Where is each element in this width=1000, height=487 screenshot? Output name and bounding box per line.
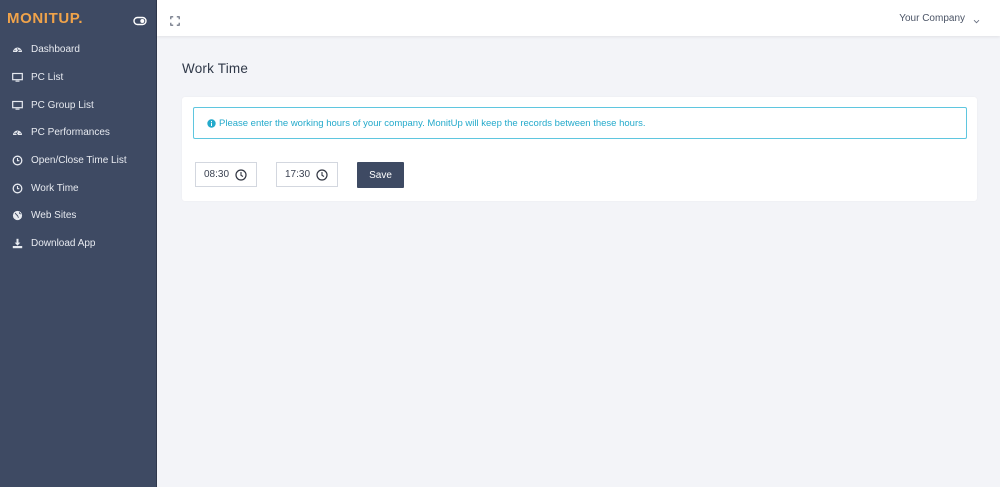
start-time-value: 08:30 — [204, 169, 230, 180]
sidebar-item-pc-group-list[interactable]: PC Group List — [0, 91, 156, 119]
sidebar-item-open-close-time-list[interactable]: Open/Close Time List — [0, 147, 156, 175]
save-button[interactable]: Save — [357, 162, 404, 188]
main-content: Work Time Please enter the working hours… — [157, 36, 1000, 487]
topbar: Your Company — [157, 0, 1000, 36]
company-dropdown[interactable]: Your Company — [899, 13, 980, 24]
alert-text: Please enter the working hours of your c… — [219, 117, 646, 129]
info-icon — [207, 118, 216, 128]
sidebar-item-dashboard[interactable]: Dashboard — [0, 36, 156, 64]
sidebar-item-download-app[interactable]: Download App — [0, 230, 156, 258]
monitor-icon — [12, 72, 23, 83]
chevron-down-icon — [973, 16, 980, 23]
sidebar-item-label: PC Performances — [31, 127, 110, 139]
sidebar-item-label: Open/Close Time List — [31, 155, 127, 167]
page-title: Work Time — [182, 61, 249, 76]
sidebar-item-label: PC Group List — [31, 99, 94, 111]
end-time-input[interactable]: 17:30 — [276, 162, 338, 187]
sidebar-item-label: Dashboard — [31, 44, 80, 56]
sidebar-item-label: Download App — [31, 238, 96, 250]
sidebar-item-pc-list[interactable]: PC List — [0, 64, 156, 92]
start-time-input[interactable]: 08:30 — [195, 162, 257, 187]
brand: MONITUP. — [0, 0, 156, 36]
fullscreen-icon[interactable] — [170, 13, 180, 26]
logo[interactable]: MONITUP. — [7, 10, 83, 27]
monitor-icon — [12, 100, 23, 111]
dashboard-icon — [12, 44, 23, 55]
sidebar-nav: Dashboard PC List PC Group List PC Perfo… — [0, 36, 156, 258]
gauge-icon — [12, 127, 23, 138]
clock-icon — [12, 155, 23, 166]
toggle-icon[interactable] — [133, 13, 147, 26]
sidebar-item-pc-performances[interactable]: PC Performances — [0, 119, 156, 147]
sidebar-item-work-time[interactable]: Work Time — [0, 174, 156, 202]
sidebar-item-label: Web Sites — [31, 210, 77, 222]
end-time-value: 17:30 — [285, 169, 311, 180]
sidebar-item-web-sites[interactable]: Web Sites — [0, 202, 156, 230]
sidebar-item-label: PC List — [31, 72, 64, 84]
sidebar: MONITUP. Dashboard PC List PC Group List… — [0, 0, 157, 487]
work-time-card: Please enter the working hours of your c… — [182, 97, 977, 201]
globe-icon — [12, 210, 23, 221]
clock-icon — [12, 183, 23, 194]
download-icon — [12, 238, 23, 249]
company-name: Your Company — [899, 12, 965, 24]
sidebar-item-label: Work Time — [31, 182, 79, 194]
clock-icon[interactable] — [316, 168, 328, 181]
info-alert: Please enter the working hours of your c… — [193, 107, 967, 139]
clock-icon[interactable] — [235, 168, 247, 181]
